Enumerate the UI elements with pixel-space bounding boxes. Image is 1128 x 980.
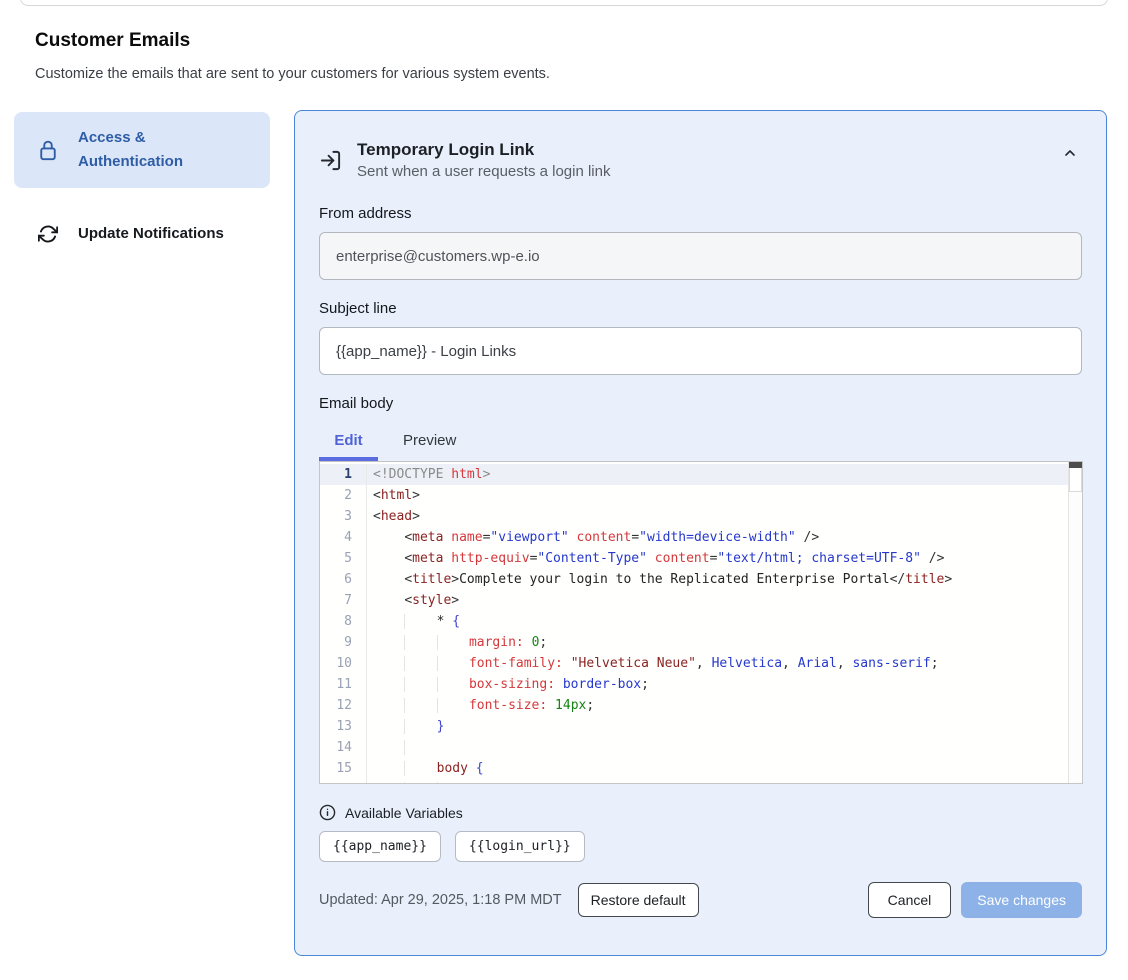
variable-chip-login-url[interactable]: {{login_url}} bbox=[455, 831, 585, 862]
page-subtitle: Customize the emails that are sent to yo… bbox=[35, 66, 550, 82]
panel-footer: Updated: Apr 29, 2025, 1:18 PM MDT Resto… bbox=[319, 882, 1082, 918]
save-changes-button[interactable]: Save changes bbox=[961, 882, 1082, 918]
code-line: 15 body { bbox=[320, 758, 1082, 779]
subject-line-label: Subject line bbox=[319, 300, 1082, 317]
collapse-panel-button[interactable] bbox=[1058, 141, 1082, 165]
previous-card-edge bbox=[20, 0, 1108, 6]
chevron-up-icon bbox=[1062, 145, 1078, 161]
code-line: 6 <title>Complete your login to the Repl… bbox=[320, 569, 1082, 590]
from-address-input[interactable] bbox=[319, 232, 1082, 280]
restore-default-button[interactable]: Restore default bbox=[578, 883, 699, 917]
variable-chip-app-name[interactable]: {{app_name}} bbox=[319, 831, 441, 862]
code-line: 13 } bbox=[320, 716, 1082, 737]
info-icon bbox=[319, 804, 336, 821]
editor-scrollbar[interactable] bbox=[1068, 462, 1082, 783]
variable-chips: {{app_name}} {{login_url}} bbox=[319, 831, 1082, 862]
tab-preview[interactable]: Preview bbox=[403, 424, 456, 461]
code-line: 3<head> bbox=[320, 506, 1082, 527]
code-editor-lines: 1<!DOCTYPE html>2<html>3<head>4 <meta na… bbox=[320, 462, 1082, 784]
email-body-tabs: Edit Preview bbox=[319, 424, 1082, 461]
page-title: Customer Emails bbox=[35, 30, 190, 52]
code-line: 1<!DOCTYPE html> bbox=[320, 464, 1082, 485]
code-line: 2<html> bbox=[320, 485, 1082, 506]
code-line: 4 <meta name="viewport" content="width=d… bbox=[320, 527, 1082, 548]
email-body-label: Email body bbox=[319, 395, 1082, 412]
email-types-sidebar: Access & Authentication Update Notificat… bbox=[14, 112, 270, 260]
sidebar-item-label: Update Notifications bbox=[78, 222, 224, 246]
code-line: 9 margin: 0; bbox=[320, 632, 1082, 653]
from-address-label: From address bbox=[319, 205, 1082, 222]
code-line: 11 box-sizing: border-box; bbox=[320, 674, 1082, 695]
panel-header: Temporary Login Link Sent when a user re… bbox=[319, 135, 1082, 185]
code-line: 8 * { bbox=[320, 611, 1082, 632]
code-line: 10 font-family: "Helvetica Neue", Helvet… bbox=[320, 653, 1082, 674]
lock-icon bbox=[38, 139, 58, 161]
cancel-button[interactable]: Cancel bbox=[868, 882, 952, 918]
code-line: 7 <style> bbox=[320, 590, 1082, 611]
subject-line-input[interactable] bbox=[319, 327, 1082, 375]
panel-title: Temporary Login Link bbox=[357, 140, 610, 160]
panel-subtitle: Sent when a user requests a login link bbox=[357, 163, 610, 180]
code-line: 16 background-color: #ffffff; bbox=[320, 779, 1082, 784]
code-editor[interactable]: 1<!DOCTYPE html>2<html>3<head>4 <meta na… bbox=[319, 461, 1083, 784]
tab-edit[interactable]: Edit bbox=[319, 424, 378, 461]
code-line: 5 <meta http-equiv="Content-Type" conten… bbox=[320, 548, 1082, 569]
refresh-icon bbox=[38, 224, 58, 244]
sidebar-item-label: Access & Authentication bbox=[78, 126, 208, 174]
code-line: 14 bbox=[320, 737, 1082, 758]
available-variables-label: Available Variables bbox=[345, 805, 463, 821]
updated-timestamp: Updated: Apr 29, 2025, 1:18 PM MDT bbox=[319, 892, 562, 908]
sidebar-item-access-authentication[interactable]: Access & Authentication bbox=[14, 112, 270, 188]
sidebar-item-update-notifications[interactable]: Update Notifications bbox=[14, 208, 270, 260]
code-line: 12 font-size: 14px; bbox=[320, 695, 1082, 716]
log-in-icon bbox=[319, 149, 342, 172]
temporary-login-link-panel: Temporary Login Link Sent when a user re… bbox=[294, 110, 1107, 956]
